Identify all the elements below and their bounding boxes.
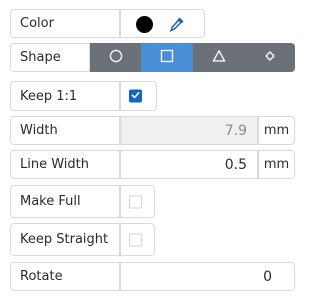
width-label-text: Width [20, 123, 58, 138]
keep-straight-checkbox[interactable] [129, 233, 142, 246]
make-full-cell [120, 185, 155, 218]
line-width-label: Line Width [10, 150, 120, 179]
eyedropper-icon[interactable] [168, 15, 186, 33]
line-width-unit-text: mm [263, 157, 290, 172]
keep-ratio-label-text: Keep 1:1 [20, 88, 78, 104]
shape-option-circle[interactable] [90, 43, 141, 72]
keep-straight-cell [120, 223, 155, 256]
rotate-label: Rotate [10, 262, 120, 291]
keep-ratio-label: Keep 1:1 [10, 81, 120, 111]
color-label: Color [10, 9, 120, 38]
shape-label-text: Shape [20, 50, 61, 65]
color-picker-cell[interactable] [120, 9, 205, 38]
rotate-input[interactable]: 0 [120, 262, 295, 291]
shape-label: Shape [10, 43, 90, 72]
width-label: Width [10, 116, 120, 145]
line-width-label-text: Line Width [20, 157, 89, 172]
shape-option-square[interactable] [141, 43, 193, 72]
keep-straight-label-text: Keep Straight [20, 232, 109, 247]
color-label-text: Color [20, 16, 54, 31]
shape-toggle-group [90, 43, 295, 72]
make-full-label-text: Make Full [20, 194, 81, 209]
line-width-input[interactable]: 0.5 [120, 150, 258, 179]
check-icon [131, 89, 140, 104]
keep-straight-label: Keep Straight [10, 223, 120, 256]
shape-option-diamond[interactable] [244, 43, 295, 72]
triangle-icon [212, 49, 226, 67]
width-unit: mm [258, 116, 295, 145]
color-swatch[interactable] [136, 16, 153, 33]
make-full-checkbox[interactable] [129, 195, 142, 208]
line-width-value: 0.5 [224, 156, 247, 173]
width-unit-text: mm [263, 123, 290, 138]
make-full-label: Make Full [10, 185, 120, 218]
keep-ratio-checkbox[interactable] [129, 89, 142, 104]
rotate-label-text: Rotate [20, 269, 63, 284]
keep-ratio-cell [120, 81, 157, 111]
rotate-value: 0 [263, 268, 272, 285]
width-input: 7.9 [120, 116, 258, 145]
line-width-unit: mm [258, 150, 295, 179]
square-icon [160, 49, 174, 67]
circle-icon [109, 49, 123, 67]
shape-option-triangle[interactable] [193, 43, 244, 72]
width-value: 7.9 [224, 122, 247, 139]
diamond-icon [264, 50, 275, 65]
